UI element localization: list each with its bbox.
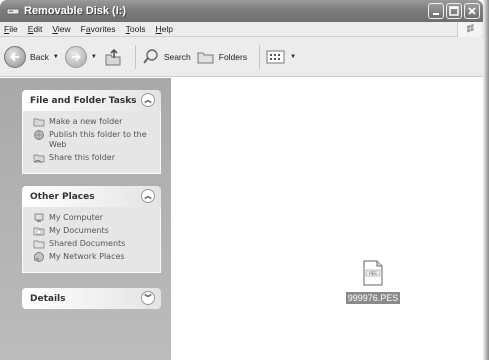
panel-title: Other Places	[30, 191, 95, 202]
my-documents-icon	[33, 227, 45, 236]
my-computer-icon	[34, 213, 44, 222]
file-folder-tasks-panel: File and Folder Tasks ︽ Make a new folde…	[22, 90, 161, 174]
views-icon	[266, 50, 285, 63]
details-panel: Details ︾	[22, 288, 161, 309]
folders-icon	[197, 52, 214, 63]
task-publish-folder[interactable]: Publish this folder to the Web	[33, 130, 154, 150]
task-share-folder[interactable]: Share this folder	[33, 153, 154, 163]
toolbar-separator	[259, 44, 261, 69]
toolbar-separator	[134, 44, 136, 69]
removable-disk-icon	[6, 6, 20, 16]
menu-edit[interactable]: Edit	[28, 24, 43, 34]
shared-documents-icon	[33, 240, 45, 249]
forward-button[interactable]: ▼	[64, 45, 97, 68]
other-places-header[interactable]: Other Places ︽	[22, 186, 161, 207]
toolbar: Back ▼ ▼ Search Folders ▼	[0, 37, 483, 77]
new-folder-icon	[33, 118, 45, 127]
back-arrow-icon	[4, 45, 26, 68]
forward-dropdown-icon[interactable]: ▼	[91, 54, 97, 60]
task-make-new-folder[interactable]: Make a new folder	[33, 117, 154, 127]
minimize-button[interactable]	[428, 3, 444, 19]
search-icon	[143, 48, 158, 64]
title-bar[interactable]: Removable Disk (I:)	[0, 0, 483, 22]
folders-button[interactable]: Folders	[197, 49, 247, 65]
globe-icon	[34, 130, 44, 140]
place-my-computer[interactable]: My Computer	[33, 213, 154, 223]
place-my-documents[interactable]: My Documents	[33, 226, 154, 236]
menu-help[interactable]: Help	[156, 24, 173, 34]
back-button[interactable]: Back ▼	[4, 45, 59, 68]
pes-file-icon: PES	[363, 260, 383, 286]
menu-file[interactable]: File	[4, 24, 18, 34]
share-folder-icon	[33, 154, 45, 163]
file-name: 999976.PES	[345, 292, 401, 304]
window-title: Removable Disk (I:)	[24, 5, 127, 17]
file-folder-tasks-header[interactable]: File and Folder Tasks ︽	[22, 90, 161, 111]
details-header[interactable]: Details ︾	[22, 288, 161, 309]
views-button[interactable]: ▼	[266, 49, 296, 65]
search-button[interactable]: Search	[142, 48, 191, 66]
svg-text:PES: PES	[369, 271, 377, 276]
collapse-chevron-icon[interactable]: ︽	[141, 189, 155, 203]
close-button[interactable]	[464, 3, 480, 19]
menu-bar: File Edit View Favorites Tools Help	[0, 22, 483, 37]
panel-title: Details	[30, 293, 66, 304]
window-right-edge	[483, 0, 489, 360]
expand-chevron-icon[interactable]: ︾	[141, 291, 155, 305]
collapse-chevron-icon[interactable]: ︽	[141, 93, 155, 107]
panel-title: File and Folder Tasks	[30, 95, 137, 106]
maximize-button[interactable]	[446, 3, 462, 19]
folders-label: Folders	[218, 51, 248, 62]
place-my-network-places[interactable]: My Network Places	[33, 252, 154, 262]
task-pane: File and Folder Tasks ︽ Make a new folde…	[0, 78, 171, 360]
other-places-panel: Other Places ︽ My Computer My Documents …	[22, 186, 161, 273]
windows-logo-icon	[457, 22, 481, 37]
place-shared-documents[interactable]: Shared Documents	[33, 239, 154, 249]
forward-arrow-icon	[64, 45, 87, 68]
up-folder-icon	[105, 48, 121, 65]
back-label: Back	[30, 51, 49, 62]
network-places-icon	[34, 252, 44, 262]
back-dropdown-icon[interactable]: ▼	[53, 54, 59, 60]
menu-view[interactable]: View	[52, 24, 70, 34]
up-folder-button[interactable]	[103, 47, 123, 67]
views-dropdown-icon[interactable]: ▼	[290, 54, 296, 60]
menu-tools[interactable]: Tools	[126, 24, 146, 34]
file-item[interactable]: PES 999976.PES	[343, 260, 403, 304]
search-label: Search	[163, 51, 191, 62]
file-list-view[interactable]: PES 999976.PES	[171, 78, 483, 360]
menu-favorites[interactable]: Favorites	[81, 24, 116, 34]
